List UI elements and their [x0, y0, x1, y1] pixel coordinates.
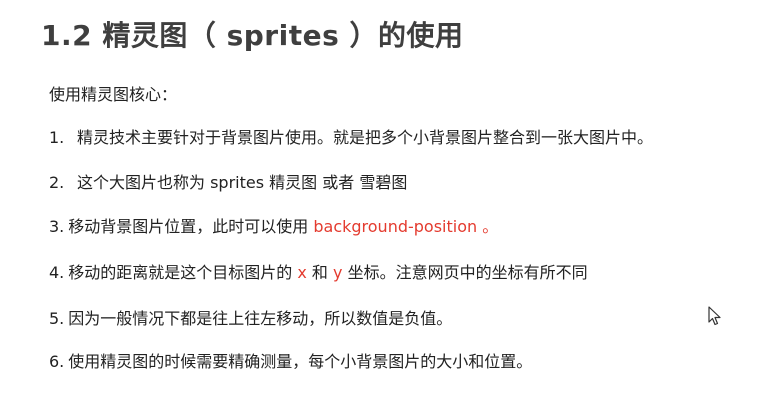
highlight-background-position: background-position: [313, 217, 478, 236]
list-item-text-mid: 和: [306, 263, 334, 282]
list-item-number: 5.: [49, 309, 65, 328]
highlight-x: x: [297, 263, 307, 282]
list-item: 3. 移动背景图片位置，此时可以使用 background-position 。: [49, 217, 498, 237]
list-item-text: 移动的距离就是这个目标图片的: [68, 263, 298, 282]
page-title: 1.2 精灵图（ sprites ）的使用: [41, 19, 464, 52]
list-item-number: 6.: [49, 352, 65, 371]
list-item: 6. 使用精灵图的时候需要精确测量，每个小背景图片的大小和位置。: [49, 352, 532, 372]
list-item-text: 精灵技术主要针对于背景图片使用。就是把多个小背景图片整合到一张大图片中。: [77, 128, 654, 147]
list-item-number: 2.: [49, 173, 65, 192]
mouse-pointer-icon: [708, 306, 722, 326]
list-item-number: 4.: [49, 263, 65, 282]
list-item-text: 因为一般情况下都是往上往左移动，所以数值是负值。: [68, 309, 453, 328]
list-item: 5. 因为一般情况下都是往上往左移动，所以数值是负值。: [49, 309, 452, 329]
list-item: 1. 精灵技术主要针对于背景图片使用。就是把多个小背景图片整合到一张大图片中。: [49, 128, 653, 148]
list-item-suffix: 。: [477, 217, 499, 236]
list-item-text: 移动背景图片位置，此时可以使用: [68, 217, 314, 236]
list-item-number: 1.: [49, 128, 65, 147]
intro-text: 使用精灵图核心：: [49, 85, 178, 104]
list-item-text: 这个大图片也称为 sprites 精灵图 或者 雪碧图: [77, 173, 408, 192]
list-item-text-end: 坐标。注意网页中的坐标有所不同: [342, 263, 588, 282]
list-item-text: 使用精灵图的时候需要精确测量，每个小背景图片的大小和位置。: [68, 352, 533, 371]
list-item: 4. 移动的距离就是这个目标图片的 x 和 y 坐标。注意网页中的坐标有所不同: [49, 263, 588, 283]
list-item: 2. 这个大图片也称为 sprites 精灵图 或者 雪碧图: [49, 173, 407, 193]
list-item-number: 3.: [49, 217, 65, 236]
